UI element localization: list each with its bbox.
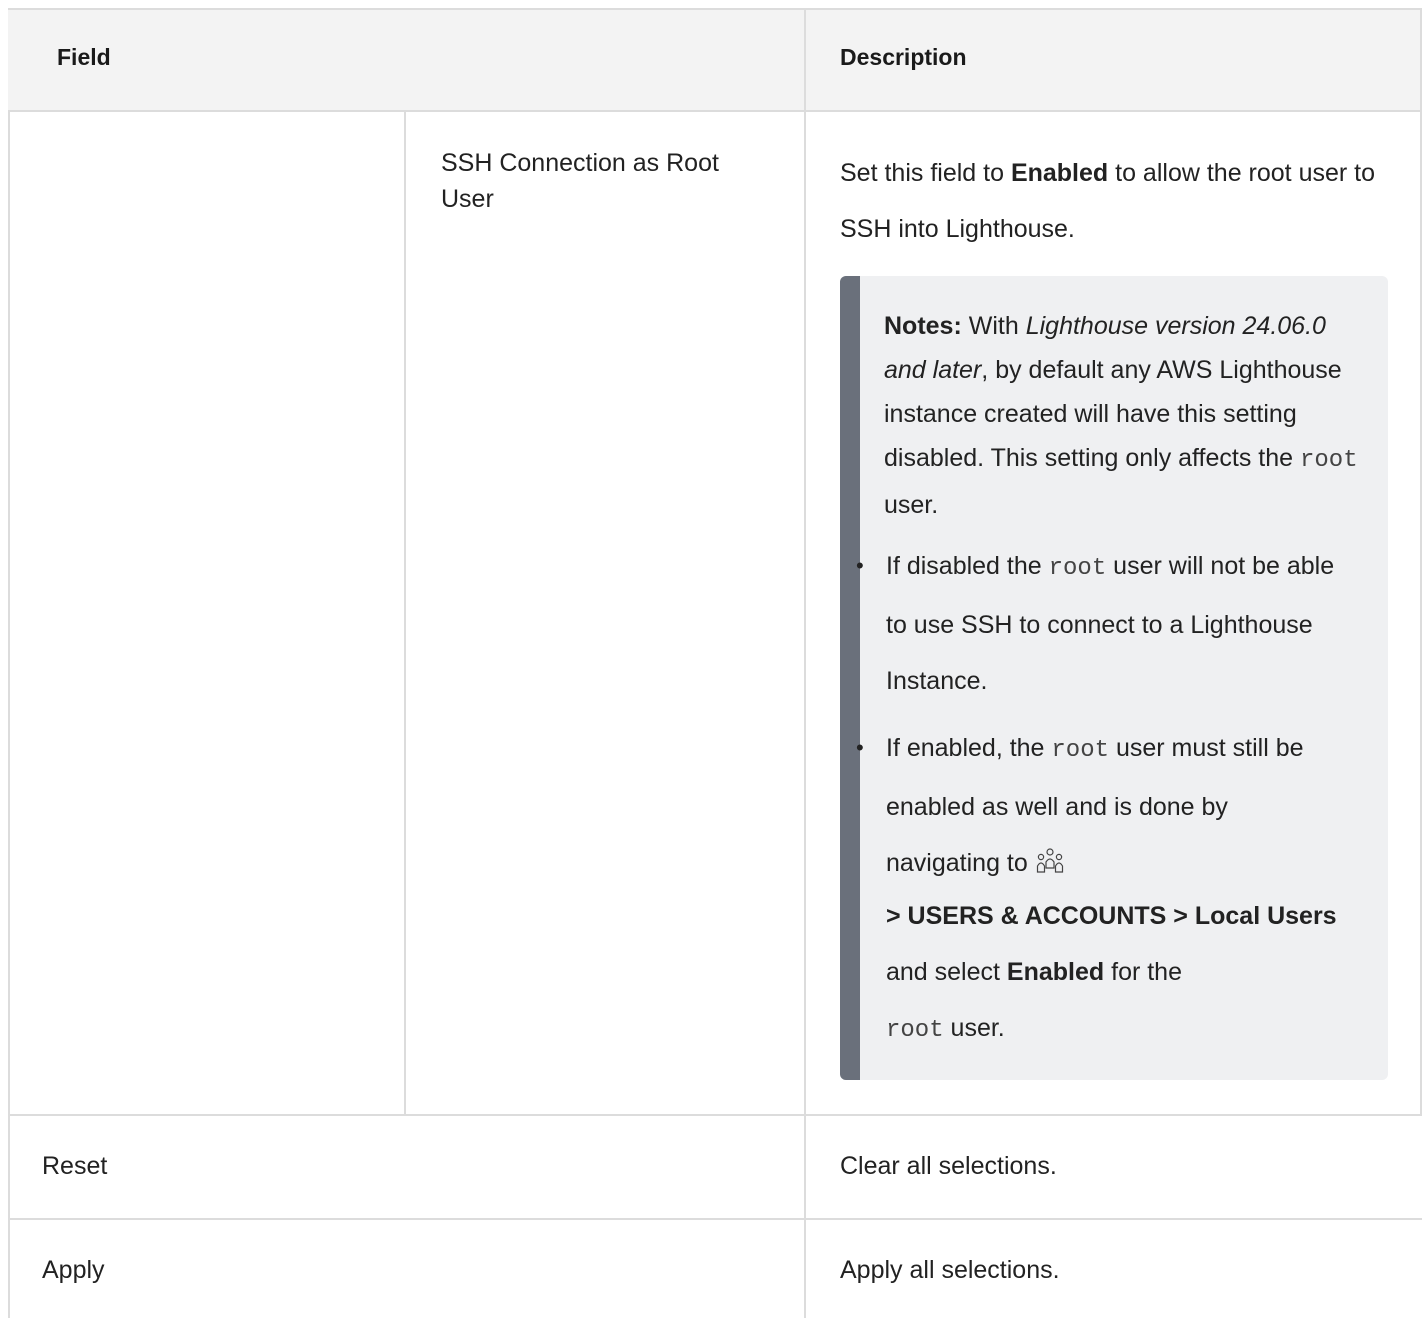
code-root: root <box>1048 555 1107 582</box>
bullet-dot: • <box>856 735 864 760</box>
nav-path: > USERS & ACCOUNTS > Local Users <box>886 902 1337 930</box>
note-bullet-continued: > USERS & ACCOUNTS > Local Users and sel… <box>886 902 1337 1044</box>
description-apply: Apply all selections. <box>840 1256 1060 1284</box>
description-ssh-root: Set this field to Enabled to allow the r… <box>840 159 1375 243</box>
field-apply: Apply <box>42 1256 105 1284</box>
note-bullet: • If enabled, the root user must still be… <box>856 720 1346 891</box>
row-divider <box>8 1218 1422 1220</box>
table-header <box>8 8 1422 110</box>
code-root: root <box>886 1017 944 1044</box>
note-label: Notes: <box>884 312 962 340</box>
subfield-divider <box>404 110 406 1114</box>
column-divider <box>804 8 806 1318</box>
header-divider <box>8 110 1422 112</box>
header-field: Field <box>57 44 111 70</box>
note-bullet: • If disabled the root user will not be a… <box>856 538 1346 709</box>
note-callout: Notes: With Lighthouse version 24.06.0 a… <box>840 276 1388 1080</box>
bullet-dot: • <box>856 553 864 578</box>
note-text: Notes: With Lighthouse version 24.06.0 a… <box>884 312 1358 519</box>
header-description: Description <box>840 44 967 70</box>
note-accent-bar <box>840 276 860 1080</box>
table-border-top <box>8 8 1422 10</box>
table-border-left <box>8 110 10 1318</box>
subfield-ssh-root: SSH Connection as Root User <box>441 149 719 213</box>
field-reset: Reset <box>42 1152 108 1180</box>
row-divider <box>8 1114 1422 1116</box>
description-reset: Clear all selections. <box>840 1152 1057 1180</box>
table-border-right <box>1420 8 1422 1116</box>
users-icon <box>1035 841 1065 873</box>
code-root: root <box>1300 447 1358 474</box>
code-root: root <box>1051 737 1110 764</box>
